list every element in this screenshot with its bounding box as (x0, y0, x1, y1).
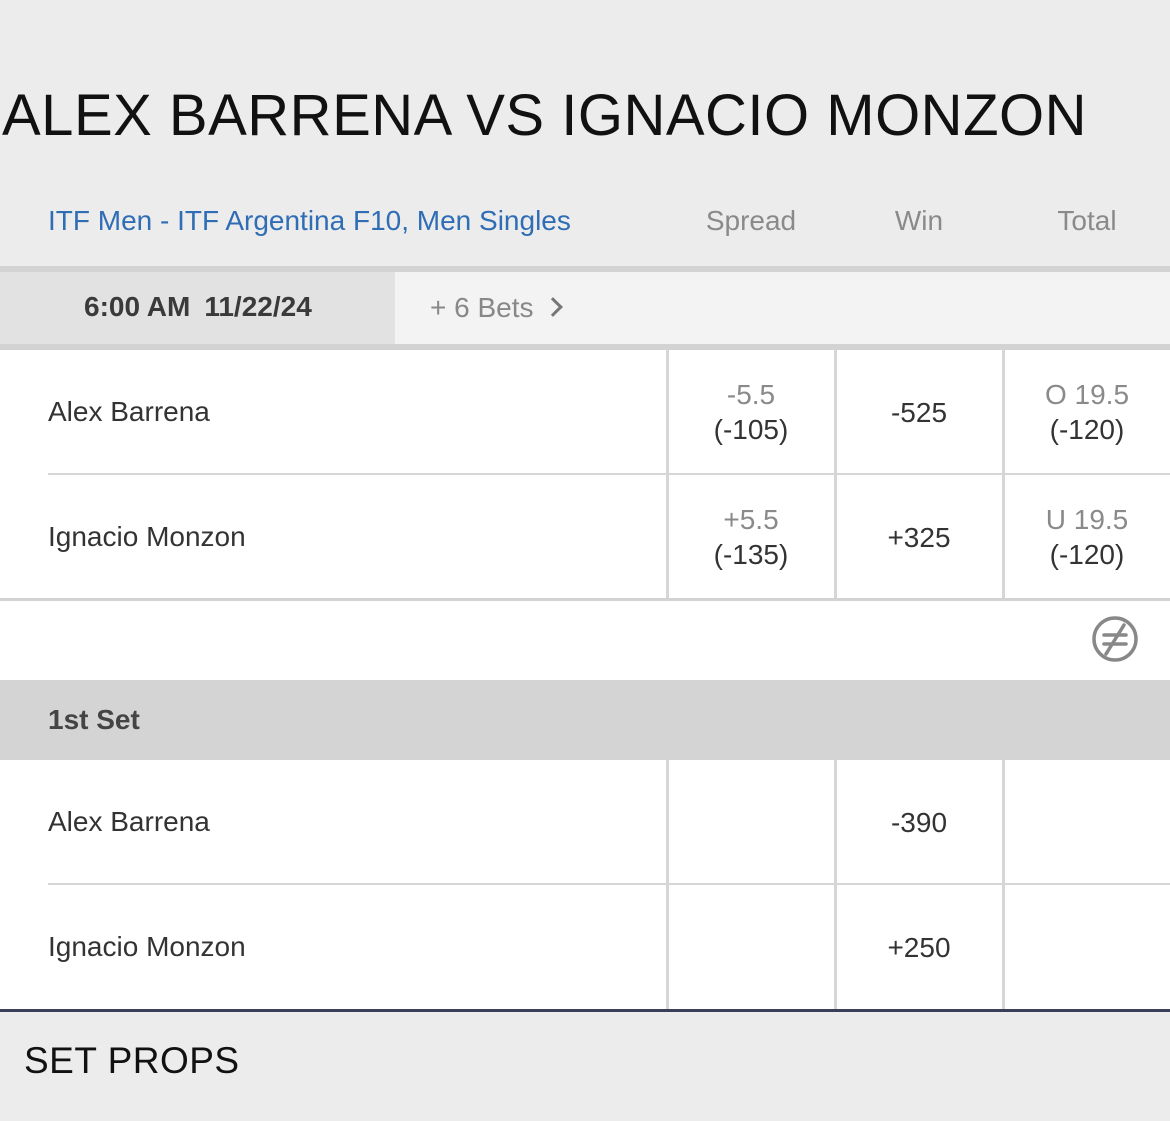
column-header-total: Total (1057, 205, 1117, 236)
win-price: +325 (887, 521, 951, 553)
table-row: Alex Barrena -390 (0, 760, 1170, 885)
league-link[interactable]: ITF Men - ITF Argentina F10, Men Singles (48, 205, 571, 237)
total-price: (-120) (1049, 413, 1125, 445)
spread-odds-button[interactable]: -5.5 (-105) (667, 350, 835, 475)
event-info-bar: 6:00 AM 11/22/24 + 6 Bets (0, 272, 1170, 344)
table-row: Ignacio Monzon +5.5 (-135) +325 U 19.5 (… (0, 475, 1170, 600)
table-row: Alex Barrena -5.5 (-105) -525 O 19.5 (-1… (0, 350, 1170, 475)
event-date: 11/22/24 (204, 291, 312, 322)
event-datetime: 6:00 AM 11/22/24 (84, 291, 312, 323)
more-bets-link[interactable]: + 6 Bets (430, 292, 563, 324)
table-row: Ignacio Monzon +250 (0, 885, 1170, 1010)
win-odds-button[interactable]: +325 (835, 475, 1003, 600)
total-line: U 19.5 (1045, 503, 1129, 535)
match-title: ALEX BARRENA VS IGNACIO MONZON (2, 83, 1087, 148)
market-actions (0, 601, 1170, 680)
set-market-table: Alex Barrena -390 Ignacio Monzon +250 (0, 760, 1170, 1010)
win-price: -525 (890, 396, 948, 428)
total-price: (-120) (1049, 538, 1125, 570)
set-props-section[interactable]: SET PROPS (0, 1012, 1170, 1121)
set-section-title: 1st Set (48, 704, 140, 735)
win-price: +250 (887, 931, 951, 963)
total-odds-button[interactable]: O 19.5 (-120) (1003, 350, 1170, 475)
player-name: Ignacio Monzon (48, 931, 246, 962)
spread-price: (-105) (713, 413, 789, 445)
player-name: Alex Barrena (48, 396, 210, 427)
column-header-win: Win (894, 205, 944, 236)
column-header-spread: Spread (705, 205, 797, 236)
spread-price: (-135) (713, 538, 789, 570)
win-odds-button[interactable]: -525 (835, 350, 1003, 475)
more-bets-label: + 6 Bets (430, 292, 534, 323)
spread-odds-button[interactable]: +5.5 (-135) (667, 475, 835, 600)
event-time: 6:00 AM (84, 291, 191, 322)
page: ALEX BARRENA VS IGNACIO MONZON ITF Men -… (0, 0, 1170, 1121)
chevron-right-icon (542, 297, 563, 317)
spread-line: +5.5 (723, 503, 779, 535)
total-line: O 19.5 (1044, 378, 1130, 410)
not-equal-icon[interactable] (1091, 615, 1139, 663)
win-odds-button[interactable]: -390 (835, 760, 1003, 885)
win-price: -390 (890, 806, 948, 838)
total-odds-button[interactable]: U 19.5 (-120) (1003, 475, 1170, 600)
main-market-table: Alex Barrena -5.5 (-105) -525 O 19.5 (-1… (0, 350, 1170, 600)
player-name: Ignacio Monzon (48, 521, 246, 552)
market-header: ITF Men - ITF Argentina F10, Men Singles… (0, 190, 1170, 256)
set-section-header: 1st Set (0, 680, 1170, 760)
spread-line: -5.5 (726, 378, 776, 410)
set-props-title: SET PROPS (24, 1040, 240, 1081)
win-odds-button[interactable]: +250 (835, 885, 1003, 1010)
event-time-box: 6:00 AM 11/22/24 (0, 272, 395, 344)
player-name: Alex Barrena (48, 806, 210, 837)
